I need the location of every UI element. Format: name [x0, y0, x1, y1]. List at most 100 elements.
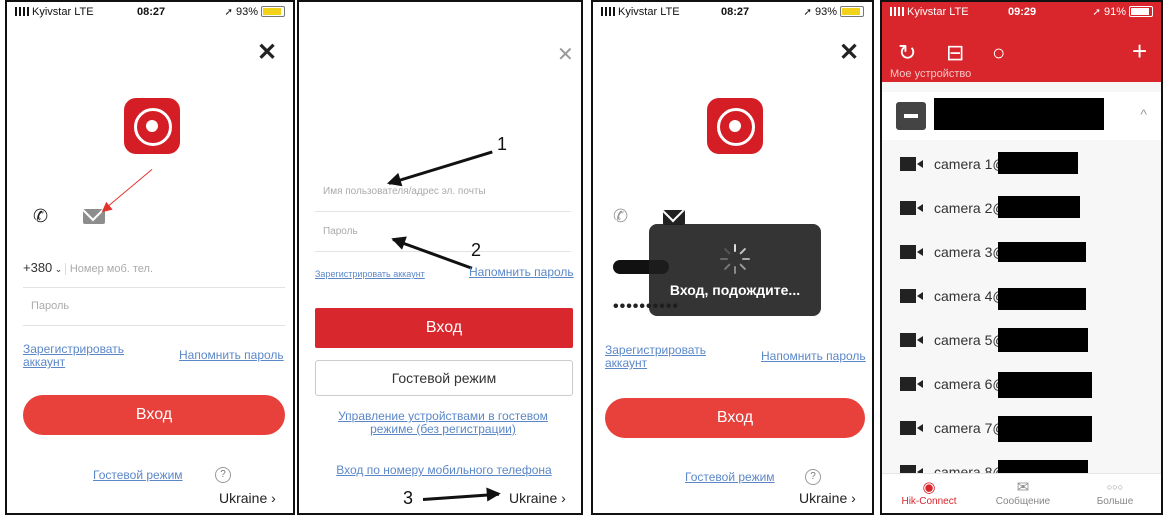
- signal-icon: [601, 7, 615, 16]
- camera-row[interactable]: camera 6@: [882, 362, 1161, 406]
- location-icon: ➚: [803, 7, 812, 18]
- redacted-camera-id: [998, 196, 1080, 218]
- camera-row[interactable]: camera 4@: [882, 274, 1161, 318]
- status-bar: Kyivstar LTE 09:29 ➚ 91%: [882, 2, 1161, 22]
- login-screen-email: ✕ Имя пользователя/адрес эл. почты Парол…: [297, 0, 583, 515]
- country-code-select[interactable]: +380: [23, 260, 52, 275]
- close-button[interactable]: ✕: [557, 42, 574, 67]
- hik-connect-tab-icon: ◉: [922, 479, 936, 496]
- hik-connect-logo: [124, 98, 180, 154]
- login-button[interactable]: Вход: [23, 395, 285, 435]
- camera-icon: [900, 201, 923, 215]
- guest-manage-link[interactable]: Управление устройствами в гостевом режим…: [329, 410, 557, 436]
- search-icon[interactable]: ○: [992, 40, 1005, 66]
- login-button[interactable]: Вход: [315, 308, 573, 348]
- camera-icon: [900, 421, 923, 435]
- tab-hik-connect[interactable]: ◉ Hik-Connect: [884, 478, 974, 507]
- register-link[interactable]: Зарегистрировать аккаунт: [605, 344, 745, 370]
- device-list-screen: Kyivstar LTE 09:29 ➚ 91% ↻ ⊟ ○ + Мое уст…: [880, 0, 1163, 515]
- close-button[interactable]: ✕: [839, 38, 859, 67]
- camera-row[interactable]: camera 3@: [882, 230, 1161, 274]
- phone-icon[interactable]: ✆: [613, 206, 628, 227]
- camera-icon: [900, 157, 923, 171]
- phone-icon[interactable]: ✆: [33, 206, 48, 227]
- camera-row[interactable]: camera 2@: [882, 186, 1161, 230]
- camera-row[interactable]: camera 1@: [882, 142, 1161, 186]
- annotation-arrow-3: [422, 492, 499, 501]
- camera-icon: [900, 333, 923, 347]
- battery-icon: [261, 6, 285, 17]
- chevron-right-icon: ›: [561, 490, 566, 506]
- spinner-icon: [720, 244, 750, 274]
- login-screen-phone: Kyivstar LTE 08:27 ➚ 93% ✕ ✆ +380 ⌄ Номе…: [5, 0, 295, 515]
- country-selector[interactable]: Ukraine ›: [219, 490, 276, 506]
- guest-mode-link[interactable]: Гостевой режим: [93, 469, 183, 482]
- device-group-header[interactable]: ^: [882, 92, 1161, 140]
- camera-row[interactable]: camera 5@: [882, 318, 1161, 362]
- mail-icon[interactable]: [663, 210, 685, 225]
- camera-icon: [900, 377, 923, 391]
- redacted-camera-id: [998, 242, 1086, 262]
- message-icon: ✉: [1016, 479, 1030, 496]
- more-icon: ○○○: [1106, 482, 1124, 492]
- guest-mode-button[interactable]: Гостевой режим: [315, 360, 573, 396]
- country-selector[interactable]: Ukraine ›: [799, 490, 856, 506]
- camera-row[interactable]: camera 7@: [882, 406, 1161, 450]
- annotation-1: 1: [497, 134, 508, 154]
- phone-input[interactable]: +380 ⌄ Номер моб. тел.: [23, 248, 285, 288]
- chevron-right-icon: ›: [271, 490, 276, 506]
- status-time: 08:27: [137, 6, 166, 18]
- loading-text: Вход, подождите...: [669, 282, 801, 298]
- annotation-2: 2: [471, 240, 482, 260]
- annotation-3: 3: [403, 488, 414, 508]
- status-time: 09:29: [1008, 6, 1037, 18]
- add-icon[interactable]: +: [1132, 36, 1147, 67]
- chevron-right-icon: ›: [851, 490, 856, 506]
- location-icon: ➚: [224, 7, 233, 18]
- username-input[interactable]: Имя пользователя/адрес эл. почты: [315, 172, 571, 212]
- signal-icon: [15, 7, 29, 16]
- country-selector[interactable]: Ukraine ›: [509, 490, 566, 506]
- redacted-camera-id: [998, 152, 1078, 174]
- password-input[interactable]: Пароль: [315, 212, 571, 252]
- battery-icon: [840, 6, 864, 17]
- refresh-icon[interactable]: ↻: [898, 40, 916, 66]
- help-icon[interactable]: ?: [805, 469, 821, 485]
- nvr-device-icon: [896, 102, 926, 130]
- annotation-arrow-red: [102, 168, 153, 211]
- status-bar: Kyivstar LTE 08:27 ➚ 93%: [593, 2, 872, 22]
- hik-connect-logo: [707, 98, 763, 154]
- tab-more[interactable]: ○○○ Больше: [1070, 478, 1160, 507]
- layout-icon[interactable]: ⊟: [946, 40, 964, 66]
- phone-login-link[interactable]: Вход по номеру мобильного телефона: [323, 464, 565, 477]
- tab-messages[interactable]: ✉ Сообщение: [978, 478, 1068, 507]
- register-link[interactable]: Зарегистрировать аккаунт: [23, 343, 163, 369]
- forgot-password-link[interactable]: Напомнить пароль: [761, 350, 866, 363]
- register-link[interactable]: Зарегистрировать аккаунт: [315, 268, 425, 281]
- redacted-camera-id: [998, 372, 1092, 398]
- redacted-device-name: [934, 98, 1104, 130]
- loading-toast: Вход, подождите...: [649, 224, 821, 316]
- help-icon[interactable]: ?: [215, 467, 231, 483]
- login-button[interactable]: Вход: [605, 398, 865, 438]
- signal-icon: [890, 7, 904, 16]
- status-bar-faded: [299, 2, 581, 22]
- camera-icon: [900, 289, 923, 303]
- location-icon: ➚: [1092, 7, 1101, 18]
- redacted-camera-id: [998, 288, 1086, 310]
- battery-icon: [1129, 6, 1153, 17]
- section-label: Мое устройство: [890, 68, 972, 80]
- guest-mode-link[interactable]: Гостевой режим: [685, 471, 775, 484]
- bottom-tab-bar: ◉ Hik-Connect ✉ Сообщение ○○○ Больше: [882, 473, 1161, 513]
- redacted-camera-id: [998, 416, 1092, 442]
- login-loading-screen: Kyivstar LTE 08:27 ➚ 93% ✕ ✆ •••••••••• …: [591, 0, 874, 515]
- password-input[interactable]: Пароль: [23, 286, 285, 326]
- status-bar: Kyivstar LTE 08:27 ➚ 93%: [7, 2, 293, 22]
- collapse-icon[interactable]: ^: [1140, 106, 1147, 122]
- forgot-password-link[interactable]: Напомнить пароль: [179, 349, 284, 362]
- redacted-camera-id: [998, 328, 1088, 352]
- forgot-password-link[interactable]: Напомнить пароль: [469, 266, 574, 279]
- status-time: 08:27: [721, 6, 750, 18]
- close-button[interactable]: ✕: [257, 38, 277, 67]
- camera-icon: [900, 245, 923, 259]
